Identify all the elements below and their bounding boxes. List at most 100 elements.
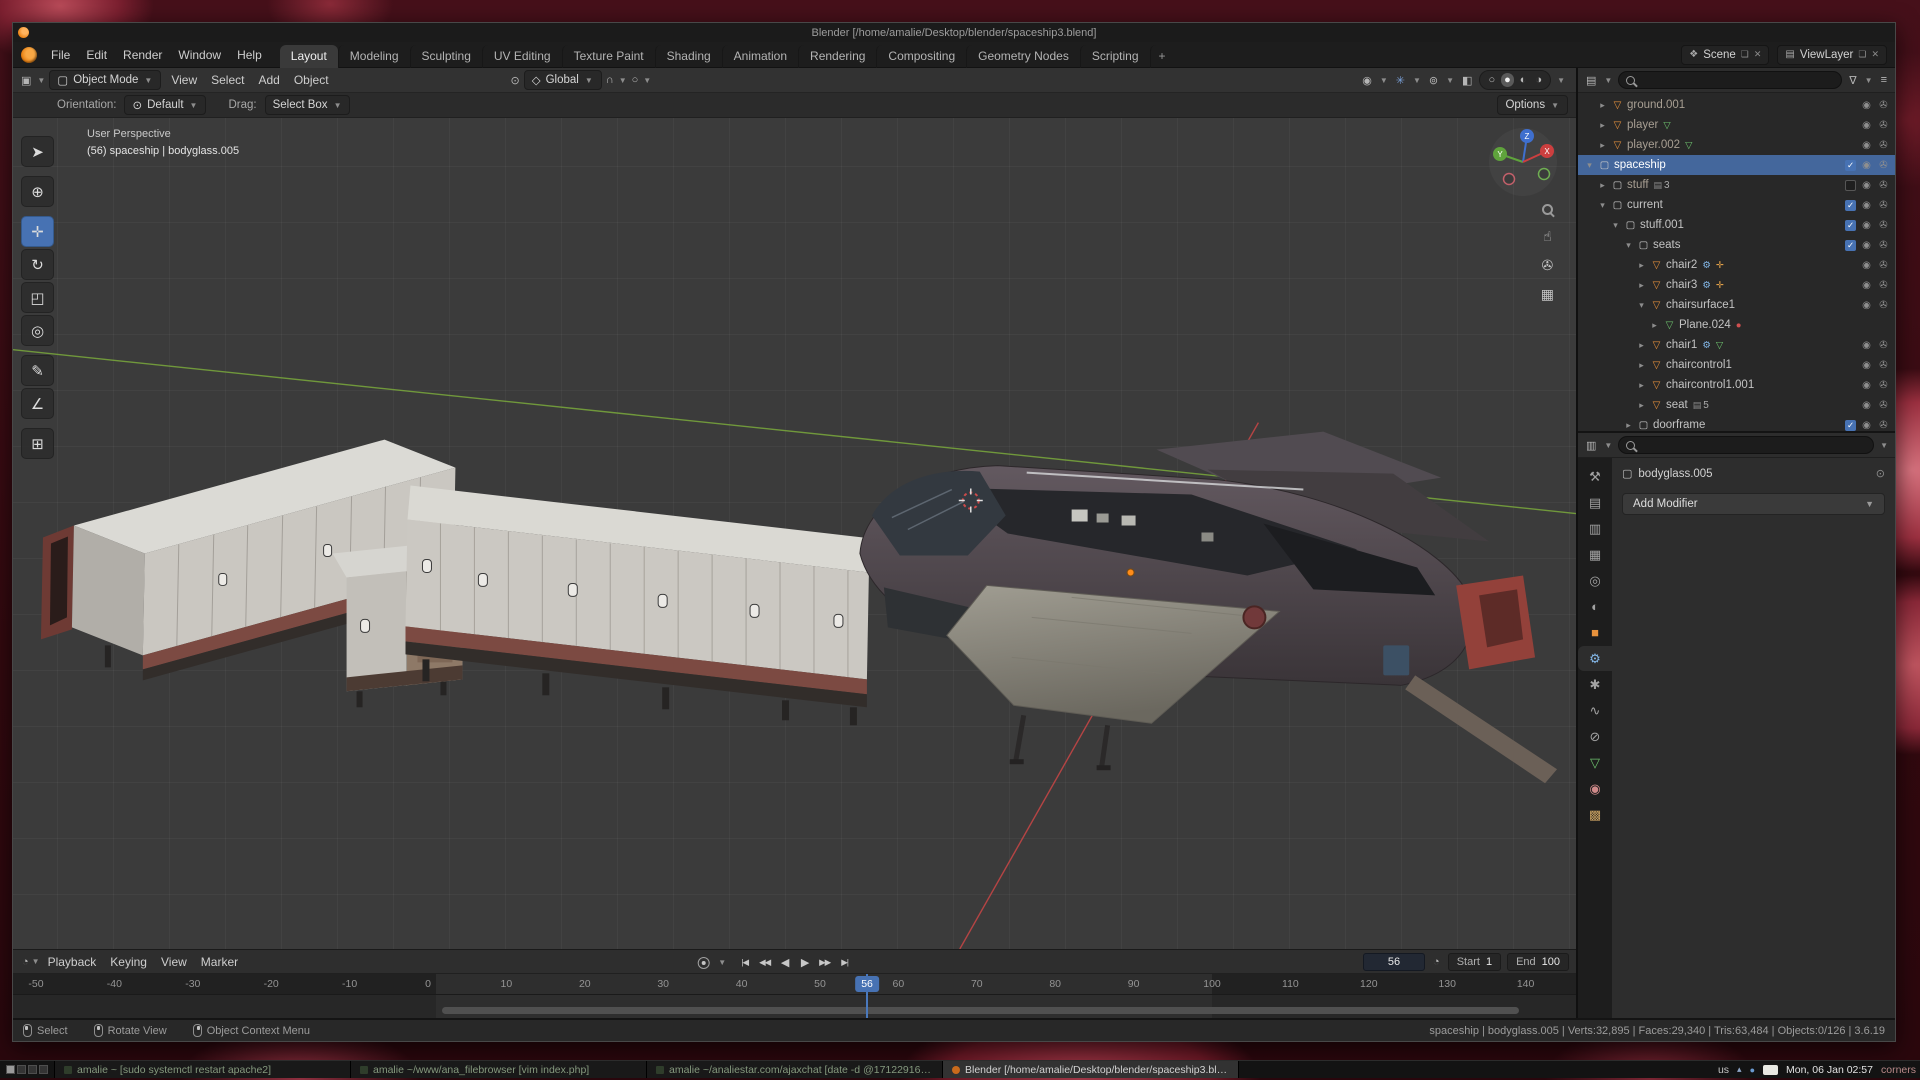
tool-tweak-button[interactable]: ➤ xyxy=(21,136,54,167)
viewport-menu-object[interactable]: Object xyxy=(287,70,336,90)
timeline-channels[interactable] xyxy=(13,995,1576,1018)
camera-icon[interactable]: ✇ xyxy=(1877,180,1890,191)
taskbar-window-button[interactable]: amalie ~ [sudo systemctl restart apache2… xyxy=(55,1061,351,1078)
shading-caret-icon[interactable]: ▼ xyxy=(1556,76,1566,85)
expand-icon[interactable]: ▸ xyxy=(1634,260,1649,271)
snap-magnet-icon[interactable]: ∩ xyxy=(604,74,616,86)
timeline-menu-keying[interactable]: Keying xyxy=(103,952,154,972)
shading-wireframe-icon[interactable]: ○ xyxy=(1485,73,1498,87)
snap-caret-icon[interactable]: ▼ xyxy=(618,76,628,85)
next-keyframe-button[interactable]: ▶▶ xyxy=(815,954,834,972)
ortho-grid-icon[interactable]: ▦ xyxy=(1541,286,1554,302)
expand-icon[interactable]: ▸ xyxy=(1634,280,1649,291)
properties-options-caret-icon[interactable]: ▼ xyxy=(1879,441,1889,450)
camera-icon[interactable]: ✇ xyxy=(1877,140,1890,151)
tool-annotate-button[interactable]: ✎ xyxy=(21,355,54,386)
workspace-tab-scripting[interactable]: Scripting xyxy=(1080,45,1150,68)
properties-tab-object-data[interactable]: ▽ xyxy=(1578,750,1612,775)
collapse-icon[interactable]: ▾ xyxy=(1634,300,1649,311)
keyboard-layout-indicator[interactable]: us xyxy=(1718,1064,1729,1076)
eye-icon[interactable]: ◉ xyxy=(1860,260,1873,271)
outliner-row-plane-024[interactable]: ▸▽Plane.024● xyxy=(1578,315,1895,335)
jump-to-start-button[interactable]: |◀ xyxy=(735,954,754,972)
camera-icon[interactable]: ✇ xyxy=(1877,340,1890,351)
pager-workspace[interactable] xyxy=(28,1065,37,1074)
outliner-row-chaircontrol1-001[interactable]: ▸▽chaircontrol1.001◉✇ xyxy=(1578,375,1895,395)
tool-move-button[interactable]: ✛ xyxy=(21,216,54,247)
view-layer-selector[interactable]: ▤ ViewLayer ❏ ✕ xyxy=(1777,45,1887,65)
outliner-editor-caret-icon[interactable]: ▼ xyxy=(1603,76,1613,85)
eye-icon[interactable]: ◉ xyxy=(1860,300,1873,311)
unlink-scene-button[interactable]: ✕ xyxy=(1754,49,1762,60)
shading-solid-icon[interactable]: ● xyxy=(1501,73,1514,87)
timeline-ruler[interactable]: -50-40-30-20-100102030405060708090100110… xyxy=(13,974,1576,995)
gizmos-icon[interactable]: ✳ xyxy=(1394,74,1407,87)
camera-icon[interactable]: ✇ xyxy=(1877,100,1890,111)
prev-keyframe-button[interactable]: ◀◀ xyxy=(755,954,774,972)
menu-file[interactable]: File xyxy=(43,45,78,65)
camera-icon[interactable]: ✇ xyxy=(1877,200,1890,211)
pan-hand-icon[interactable]: ☝ xyxy=(1543,228,1552,244)
editor-type-caret-icon[interactable]: ▼ xyxy=(36,76,46,85)
outliner-row-chair3[interactable]: ▸▽chair3⚙✛◉✇ xyxy=(1578,275,1895,295)
eye-icon[interactable]: ◉ xyxy=(1860,220,1873,231)
collapse-icon[interactable]: ▾ xyxy=(1621,240,1636,251)
timeline-menu-playback[interactable]: Playback xyxy=(41,952,104,972)
outliner-row-stuff[interactable]: ▸▢stuff3◉✇ xyxy=(1578,175,1895,195)
camera-icon[interactable]: ✇ xyxy=(1877,280,1890,291)
menu-render[interactable]: Render xyxy=(115,45,170,65)
workspace-tab-geometry-nodes[interactable]: Geometry Nodes xyxy=(966,45,1080,68)
shading-rendered-icon[interactable]: ◑ xyxy=(1532,73,1545,87)
tool-add-cube-button[interactable]: ⊞ xyxy=(21,428,54,459)
taskbar-window-button[interactable]: amalie ~/analiestar.com/ajaxchat [date -… xyxy=(647,1061,943,1078)
camera-view-icon[interactable]: ✇ xyxy=(1542,257,1554,273)
tray-app-icon[interactable]: ● xyxy=(1750,1065,1755,1075)
expand-icon[interactable]: ▸ xyxy=(1634,340,1649,351)
eye-icon[interactable]: ◉ xyxy=(1860,120,1873,131)
gizmo-negative-y-axis[interactable] xyxy=(1539,169,1550,180)
pager-workspace[interactable] xyxy=(17,1065,26,1074)
workspace-tab-animation[interactable]: Animation xyxy=(722,45,798,68)
workspace-tab-compositing[interactable]: Compositing xyxy=(876,45,966,68)
expand-icon[interactable]: ▸ xyxy=(1647,320,1662,331)
outliner-row-chairsurface1[interactable]: ▾▽chairsurface1◉✇ xyxy=(1578,295,1895,315)
workspace-tab-rendering[interactable]: Rendering xyxy=(798,45,876,68)
overlays-caret-icon[interactable]: ▼ xyxy=(1445,76,1455,85)
filter-caret-icon[interactable]: ▼ xyxy=(1864,76,1874,85)
properties-tab-object[interactable]: ■ xyxy=(1578,620,1612,645)
proportional-caret-icon[interactable]: ▼ xyxy=(642,76,652,85)
viewport-menu-add[interactable]: Add xyxy=(251,70,286,90)
properties-tab-render[interactable]: ▤ xyxy=(1578,490,1612,515)
menu-window[interactable]: Window xyxy=(170,45,229,65)
timeline-playhead[interactable]: 56 xyxy=(866,974,868,1018)
expand-icon[interactable]: ▸ xyxy=(1595,100,1610,111)
workspace-tab-sculpting[interactable]: Sculpting xyxy=(410,45,482,68)
properties-tab-scene[interactable]: ◎ xyxy=(1578,568,1612,593)
properties-tab-modifiers[interactable]: ⚙ xyxy=(1578,646,1612,671)
workspace-tab-shading[interactable]: Shading xyxy=(655,45,722,68)
eye-icon[interactable]: ◉ xyxy=(1860,280,1873,291)
tool-cursor-button[interactable]: ⊕ xyxy=(21,176,54,207)
viewport-scene[interactable] xyxy=(13,118,1576,949)
camera-icon[interactable]: ✇ xyxy=(1877,300,1890,311)
gizmo-negative-x-axis[interactable] xyxy=(1504,174,1515,185)
outliner-row-chair1[interactable]: ▸▽chair1⚙▽◉✇ xyxy=(1578,335,1895,355)
outliner-editor-icon[interactable]: ▤ xyxy=(1584,74,1598,87)
use-preview-range-icon[interactable]: ◔ xyxy=(1431,956,1442,968)
editor-type-icon[interactable]: ▣ xyxy=(19,74,33,87)
properties-tab-tool[interactable]: ⚒ xyxy=(1578,464,1612,489)
jump-to-end-button[interactable]: ▶| xyxy=(835,954,854,972)
orientation-dropdown[interactable]: ◇ Global ▼ xyxy=(524,70,602,90)
exclude-checkbox-icon[interactable]: ✓ xyxy=(1845,240,1856,251)
orientation-setting-dropdown[interactable]: ⊙ Default ▼ xyxy=(124,95,206,115)
collapse-icon[interactable]: ▾ xyxy=(1582,160,1597,171)
collapse-icon[interactable]: ▾ xyxy=(1595,200,1610,211)
frame-end-field[interactable]: End 100 xyxy=(1507,953,1569,971)
eye-icon[interactable]: ◉ xyxy=(1860,180,1873,191)
mode-dropdown[interactable]: ▢ Object Mode ▼ xyxy=(49,70,161,90)
corridor-long-model[interactable] xyxy=(405,486,871,726)
expand-icon[interactable]: ▸ xyxy=(1634,400,1649,411)
outliner-row-spaceship[interactable]: ▾▢spaceship✓◉✇ xyxy=(1578,155,1895,175)
visibility-caret-icon[interactable]: ▼ xyxy=(1379,76,1389,85)
properties-tab-output[interactable]: ▥ xyxy=(1578,516,1612,541)
